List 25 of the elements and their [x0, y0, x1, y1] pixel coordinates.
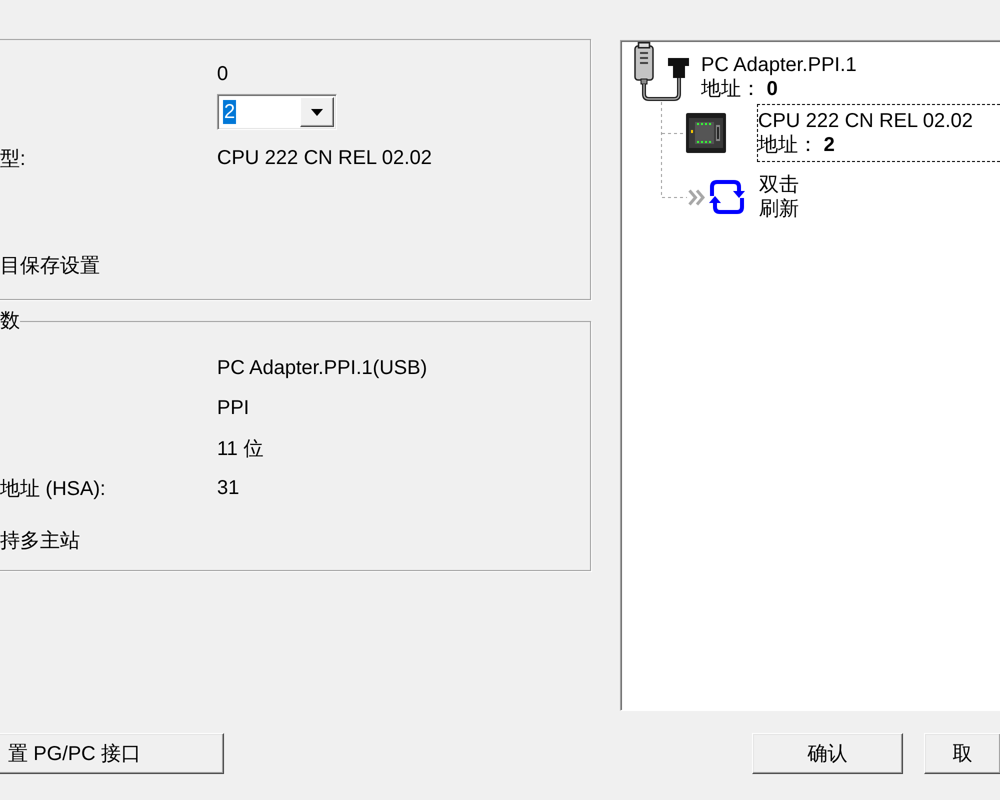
field-label: 持多主站 [0, 528, 80, 554]
dialog-button[interactable]: 确认 [752, 733, 903, 774]
group-title: 数 [0, 310, 20, 332]
field-value: PPI [217, 396, 250, 420]
combo-value: 2 [223, 100, 236, 124]
field-value: 31 [217, 476, 240, 500]
field-value: CPU 222 CN REL 02.02 [217, 146, 432, 170]
tree-item[interactable]: PC Adapter.PPI.1 地址： 0 [700, 52, 858, 102]
refresh-icon[interactable] [708, 178, 746, 216]
tree-item[interactable]: 双击刷新 [758, 168, 800, 226]
chevron-icon [688, 188, 705, 206]
address-combobox[interactable]: 2 [217, 94, 337, 130]
field-value: 0 [217, 62, 228, 86]
field-label: 地址 (HSA): [0, 476, 106, 502]
dropdown-button[interactable] [300, 97, 334, 127]
dialog-button[interactable]: 取 [924, 733, 1000, 774]
field-label: 目保存设置 [0, 254, 100, 278]
tree-item[interactable]: CPU 222 CN REL 02.02 地址： 2 [757, 104, 1000, 162]
field-value: 11 位 [217, 436, 264, 462]
field-value: PC Adapter.PPI.1(USB) [217, 356, 428, 380]
cable-adapter-icon [632, 42, 690, 102]
plc-device-icon [686, 113, 726, 153]
field-label: 型: [0, 146, 26, 172]
caret-icon [311, 108, 323, 116]
settings-button[interactable]: 置 PG/PC 接口 [0, 733, 224, 774]
